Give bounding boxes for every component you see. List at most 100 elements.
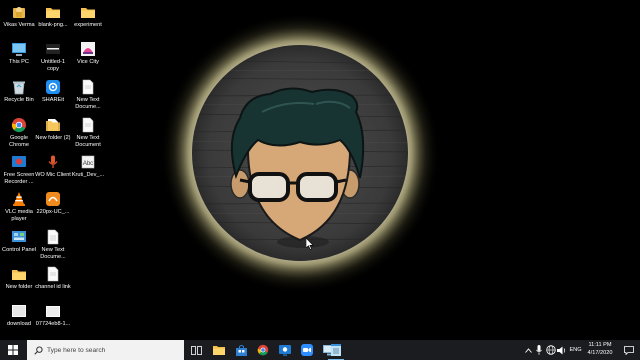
folder-icon	[81, 8, 95, 18]
desktop-icon-google-chrome[interactable]: Google Chrome	[1, 117, 37, 148]
desktop-icon-label: New Text Docume...	[40, 247, 66, 260]
desktop-icon-label: Untitled-1 copy	[41, 59, 65, 72]
chevron-up-icon	[524, 347, 532, 353]
desktop-icon-vlc-media-player[interactable]: VLC media player	[1, 191, 37, 222]
search-input[interactable]	[47, 346, 177, 354]
desktop-icon-label: experiment	[74, 22, 102, 28]
speaker-icon	[556, 346, 565, 354]
desktop-icon-label: Recycle Bin	[4, 97, 34, 103]
desktop-icon-new-text-document-1[interactable]: New Text Docume...	[70, 79, 106, 110]
desktop-icon-07724eb8[interactable]: 07724eb8-1...	[35, 303, 71, 328]
screen-recorder-icon	[279, 344, 291, 356]
desktop-icon-experiment[interactable]: experiment	[70, 4, 106, 29]
language-label: ENG	[569, 347, 582, 353]
desktop-icon-control-panel[interactable]: Control Panel	[1, 229, 37, 254]
chrome-icon	[257, 344, 269, 356]
desktop-icon-label: New folder	[5, 284, 33, 290]
desktop-icon-download[interactable]: download	[1, 303, 37, 328]
text-document-icon	[47, 229, 59, 245]
image-file-icon	[46, 306, 60, 317]
vlc-icon	[13, 192, 25, 206]
desktop-icon-new-folder[interactable]: New folder	[1, 266, 37, 291]
file-explorer-button[interactable]	[208, 340, 230, 360]
desktop-icon-label: New Text Docume...	[75, 97, 101, 110]
desktop-icon-label: 220px-UC_...	[36, 209, 70, 215]
language-indicator[interactable]: ENG	[568, 340, 583, 360]
desktop-icon-label: Free Screen Recorder ...	[3, 172, 35, 185]
start-button[interactable]	[0, 340, 26, 360]
chrome-icon	[11, 118, 26, 133]
taskbar: ENG 11:11 PM 4/17/2020	[0, 340, 640, 360]
desktop[interactable]: Vikas Verma This PC Recycle Bin Google C…	[0, 0, 640, 340]
desktop-icon-label: This PC	[9, 59, 29, 65]
font-file-icon: Abc	[81, 155, 95, 169]
notepad-taskbar-button[interactable]	[325, 340, 347, 360]
show-hidden-icons-button[interactable]	[523, 340, 533, 360]
this-pc-icon	[12, 43, 26, 56]
desktop-icon-220px-uc[interactable]: 220px-UC_...	[35, 191, 71, 216]
volume-tray-button[interactable]	[556, 340, 567, 360]
desktop-icon-label: Vice City	[77, 59, 99, 65]
image-file-icon	[12, 305, 26, 317]
desktop-icon-free-screen-recorder[interactable]: Free Screen Recorder ...	[1, 154, 37, 185]
desktop-icon-label: Control Panel	[2, 247, 36, 253]
desktop-icon-new-text-document-3[interactable]: New Text Docume...	[35, 229, 71, 260]
svg-text:Abc: Abc	[83, 161, 93, 167]
user-folder-icon	[13, 7, 25, 18]
clock-time: 11:11 PM	[588, 342, 612, 348]
desktop-icon-label: Google Chrome	[9, 135, 29, 148]
desktop-icon-label: 07724eb8-1...	[35, 321, 71, 327]
desktop-icon-label: New Text Document	[75, 135, 101, 148]
desktop-icon-label: WO Mic Client	[35, 172, 71, 178]
clock-date: 4/17/2020	[587, 349, 613, 356]
file-explorer-icon	[213, 346, 225, 355]
desktop-icon-label: channel id link	[35, 284, 71, 290]
recycle-bin-icon	[13, 81, 25, 95]
task-view-icon	[190, 345, 202, 355]
mouse-pointer-icon	[306, 238, 314, 250]
microsoft-store-icon	[235, 344, 247, 356]
task-view-button[interactable]	[185, 340, 207, 360]
desktop-icon-kruti-dev[interactable]: Abc Kruti_Dev_...	[70, 154, 106, 179]
desktop-icon-label: New folder (2)	[35, 135, 71, 141]
windows-logo-icon	[8, 345, 18, 355]
image-file-icon	[46, 192, 60, 206]
desktop-icon-label: blank-png...	[38, 22, 68, 28]
desktop-icon-blank-png[interactable]: blank-png...	[35, 4, 71, 29]
desktop-icon-recycle-bin[interactable]: Recycle Bin	[1, 79, 37, 104]
text-document-icon	[82, 117, 94, 133]
action-center-button[interactable]	[622, 340, 636, 360]
folder-icon	[46, 119, 60, 131]
taskbar-clock[interactable]: 11:11 PM 4/17/2020	[584, 342, 616, 357]
shareit-icon	[46, 80, 60, 94]
desktop-icon-wo-mic-client[interactable]: WO Mic Client	[35, 154, 71, 179]
microphone-tray-button[interactable]	[534, 340, 544, 360]
taskbar-search-box[interactable]	[27, 340, 184, 360]
notification-icon	[624, 345, 634, 355]
zoom-taskbar-button[interactable]	[296, 340, 318, 360]
desktop-icon-label: Kruti_Dev_...	[71, 172, 105, 178]
network-tray-button[interactable]	[545, 340, 556, 360]
chrome-taskbar-button[interactable]	[252, 340, 274, 360]
desktop-icon-label: download	[7, 321, 31, 327]
desktop-icon-label: VLC media player	[5, 209, 33, 222]
zoom-icon	[301, 344, 313, 356]
desktop-icon-channel-id-link[interactable]: channel id link	[35, 266, 71, 291]
control-panel-icon	[12, 231, 26, 242]
desktop-icon-shareit[interactable]: SHAREit	[35, 79, 71, 104]
text-document-icon	[47, 266, 59, 282]
screen-recorder-taskbar-button[interactable]	[274, 340, 296, 360]
microsoft-store-button[interactable]	[230, 340, 252, 360]
desktop-icon-label: Vikas Verma	[3, 22, 35, 28]
desktop-icon-label: SHAREit	[41, 97, 65, 103]
desktop-icon-this-pc[interactable]: This PC	[1, 41, 37, 66]
desktop-icon-new-text-document-2[interactable]: New Text Document	[70, 117, 106, 148]
desktop-icon-new-folder-2[interactable]: New folder (2)	[35, 117, 71, 142]
text-document-icon	[82, 79, 94, 95]
desktop-icon-vikas-verma[interactable]: Vikas Verma	[1, 4, 37, 29]
folder-icon	[46, 8, 60, 18]
desktop-icon-untitled-1-copy[interactable]: Untitled-1 copy	[35, 41, 71, 72]
search-icon	[34, 345, 43, 355]
microphone-app-icon	[48, 155, 58, 168]
desktop-icon-vice-city[interactable]: Vice City	[70, 41, 106, 66]
